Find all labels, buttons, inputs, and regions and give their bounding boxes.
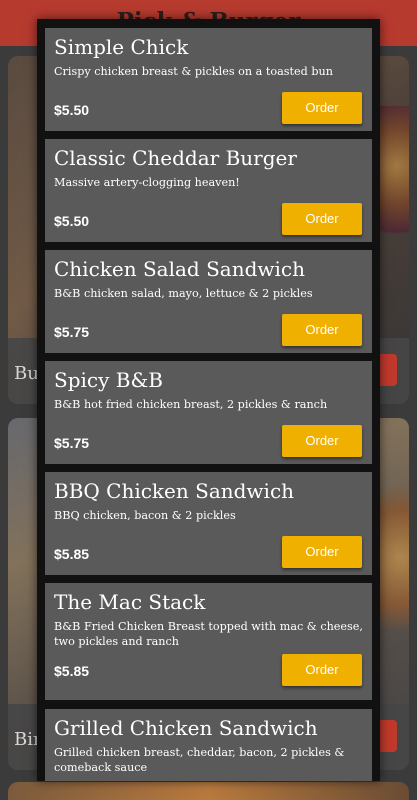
item-description: Crispy chicken breast & pickles on a toa…: [54, 65, 333, 78]
menu-item: BBQ Chicken Sandwich BBQ chicken, bacon …: [45, 472, 372, 575]
item-description: Massive artery-clogging heaven!: [54, 176, 240, 189]
order-button[interactable]: Order: [282, 92, 362, 124]
item-description: Grilled chicken breast, cheddar, bacon, …: [54, 746, 345, 774]
item-description: B&B chicken salad, mayo, lettuce & 2 pic…: [54, 287, 313, 300]
item-price: $5.75: [54, 324, 90, 340]
order-button[interactable]: Order: [282, 654, 362, 686]
item-name: Simple Chick: [54, 35, 189, 59]
menu-dialog: Simple Chick Crispy chicken breast & pic…: [37, 19, 380, 781]
item-name: Grilled Chicken Sandwich: [54, 716, 318, 740]
item-price: $5.85: [54, 663, 90, 679]
item-description: BBQ chicken, bacon & 2 pickles: [54, 509, 236, 522]
menu-item: Simple Chick Crispy chicken breast & pic…: [45, 28, 372, 131]
item-name: Chicken Salad Sandwich: [54, 257, 305, 281]
item-name: Classic Cheddar Burger: [54, 146, 297, 170]
item-name: Spicy B&B: [54, 368, 163, 392]
order-button[interactable]: Order: [282, 203, 362, 235]
item-price: $5.85: [54, 546, 90, 562]
order-button[interactable]: Order: [282, 314, 362, 346]
item-price: $5.50: [54, 213, 90, 229]
menu-item: Classic Cheddar Burger Massive artery-cl…: [45, 139, 372, 242]
order-button[interactable]: Order: [282, 536, 362, 568]
order-button[interactable]: Order: [282, 425, 362, 457]
item-description: B&B Fried Chicken Breast topped with mac…: [54, 620, 363, 648]
menu-item: Grilled Chicken Sandwich Grilled chicken…: [45, 709, 372, 781]
item-price: $5.75: [54, 435, 90, 451]
category-label: Bu: [14, 363, 39, 384]
item-description: B&B hot fried chicken breast, 2 pickles …: [54, 398, 328, 411]
item-name: BBQ Chicken Sandwich: [54, 479, 295, 503]
menu-item: Spicy B&B B&B hot fried chicken breast, …: [45, 361, 372, 464]
menu-item: Chicken Salad Sandwich B&B chicken salad…: [45, 250, 372, 353]
category-card-third[interactable]: [8, 782, 409, 800]
item-name: The Mac Stack: [54, 590, 206, 614]
item-price: $5.50: [54, 102, 90, 118]
menu-item: The Mac Stack B&B Fried Chicken Breast t…: [45, 583, 372, 700]
